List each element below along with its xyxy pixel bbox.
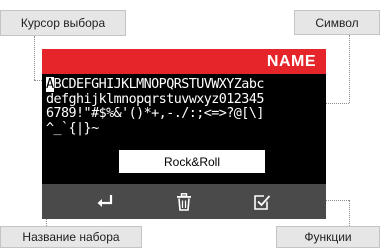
title-bar: NAME	[42, 49, 326, 74]
symbol-leader-v	[349, 35, 350, 103]
set-name-field[interactable]: Rock&Roll	[119, 150, 265, 173]
device-screen: NAME ABCDEFGHIJKLMNOPQRSTUVWXYZabc defgh…	[42, 49, 326, 219]
character-row-text[interactable]: BCDEFGHIJKLMNOPQRSTUVWXYZabc	[54, 77, 265, 92]
cursor-callout: Курсор выбора	[0, 10, 126, 36]
set-name-callout: Название набора	[0, 226, 142, 248]
trash-icon[interactable]	[173, 192, 195, 212]
character-row[interactable]: 6789!"#$%&'()*+,-./:;<=>?@[\]	[46, 106, 324, 122]
selection-cursor[interactable]: A	[46, 77, 54, 92]
functions-leader-v	[349, 200, 350, 226]
character-row[interactable]: defghijklmnopqrstuvwxyz012345	[46, 92, 324, 108]
enter-icon[interactable]	[93, 192, 115, 212]
character-row[interactable]: ^_`{|}~	[46, 121, 324, 137]
function-bar	[42, 184, 326, 219]
cursor-leader-v	[34, 36, 35, 80]
functions-leader-h	[326, 200, 349, 201]
character-grid[interactable]: ABCDEFGHIJKLMNOPQRSTUVWXYZabc defghijklm…	[46, 77, 324, 137]
checkbox-icon[interactable]	[251, 192, 273, 212]
symbol-leader-h	[326, 103, 349, 104]
screen-title: NAME	[266, 52, 316, 70]
functions-callout: Функции	[276, 226, 380, 248]
character-row[interactable]: ABCDEFGHIJKLMNOPQRSTUVWXYZabc	[46, 77, 324, 93]
symbol-callout: Символ	[294, 10, 380, 35]
